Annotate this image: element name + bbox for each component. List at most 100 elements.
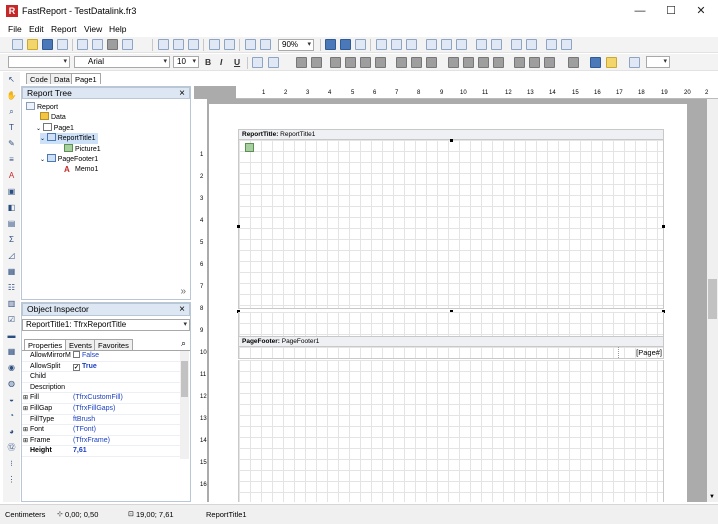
page-settings-icon[interactable] (122, 39, 133, 50)
frame-width-icon[interactable] (629, 57, 640, 68)
frame-bottom-icon[interactable] (463, 57, 474, 68)
tree-item-pagefooter1[interactable]: ⌄ PageFooter1 (40, 154, 98, 165)
menu-help[interactable]: Help (109, 24, 126, 34)
same-height-icon[interactable] (561, 39, 572, 50)
text-bottom-icon[interactable] (426, 57, 437, 68)
tree-item-memo1[interactable]: A Memo1 (64, 165, 98, 174)
style-select[interactable] (8, 56, 70, 68)
cut-icon[interactable] (158, 39, 169, 50)
frame-color-icon[interactable] (590, 57, 601, 68)
property-row[interactable]: AllowSplit ✓ True (22, 362, 180, 373)
selection-handle[interactable] (237, 225, 240, 228)
scroll-down-icon[interactable]: ▼ (709, 494, 715, 500)
format-painter-icon[interactable]: ✎ (6, 138, 17, 149)
selection-handle[interactable] (662, 225, 665, 228)
report-tree-close-icon[interactable]: × (179, 88, 185, 99)
selection-handle[interactable] (450, 139, 453, 142)
align-left-icon[interactable] (376, 39, 387, 50)
table-tool-icon[interactable]: ▦ (6, 346, 17, 357)
cross-tab-tool-icon[interactable]: ▦ (6, 266, 17, 277)
tree-item-data[interactable]: Data (40, 112, 66, 122)
property-row[interactable]: ⊞ Frame (TfrxFrame) (22, 436, 180, 447)
save-icon[interactable] (42, 39, 53, 50)
frame-width-select[interactable] (646, 56, 670, 68)
maximize-button[interactable]: ☐ (656, 3, 686, 19)
shape-tool-icon[interactable]: ▤ (6, 218, 17, 229)
chart-tool-icon[interactable]: ▥ (6, 298, 17, 309)
menu-edit[interactable]: Edit (29, 24, 44, 34)
text-align-right-icon[interactable] (360, 57, 371, 68)
band-tool-icon[interactable]: ≡ (6, 154, 17, 165)
object-select[interactable]: ReportTitle1: TfrxReportTitle (22, 319, 190, 331)
expand-plus-icon[interactable]: ⊞ (23, 436, 28, 446)
frame-right-icon[interactable] (493, 57, 504, 68)
text-top-icon[interactable] (396, 57, 407, 68)
expand-panel-icon[interactable]: » (180, 286, 186, 297)
zipcode-tool-icon[interactable]: ⁝ (6, 458, 17, 469)
bold-button[interactable]: B (205, 57, 211, 67)
new-dialog-icon[interactable] (92, 39, 103, 50)
rich-text-tool-icon[interactable]: ☷ (6, 282, 17, 293)
property-row[interactable]: ⊞ Fill (TfrxCustomFill) (22, 393, 180, 404)
align-middle-icon[interactable] (441, 39, 452, 50)
inspector-scrollbar[interactable] (180, 351, 189, 459)
undo-icon[interactable] (209, 39, 220, 50)
minimize-button[interactable]: — (625, 3, 655, 19)
italic-button[interactable]: I (220, 57, 222, 67)
ungroup-icon[interactable] (260, 39, 271, 50)
same-width-icon[interactable] (546, 39, 557, 50)
memo1-object[interactable]: [Page#] (618, 347, 662, 358)
zoom-tool-icon[interactable]: ⌕ (6, 106, 17, 117)
scrollbar-thumb[interactable] (181, 361, 188, 397)
menu-report[interactable]: Report (51, 24, 77, 34)
select-tool-icon[interactable]: ↖ (6, 74, 17, 85)
menu-file[interactable]: File (8, 24, 22, 34)
center-vertical-icon[interactable] (526, 39, 537, 50)
ole-tool-icon[interactable]: ◉ (6, 362, 17, 373)
checked-checkbox-icon[interactable]: ✓ (73, 363, 80, 371)
center-horizontal-icon[interactable] (511, 39, 522, 50)
property-row[interactable]: AllowMirrorM False (22, 351, 180, 362)
close-button[interactable]: ✕ (686, 3, 716, 19)
text-align-center-icon[interactable] (345, 57, 356, 68)
align-to-grid-icon[interactable] (340, 39, 351, 50)
frame-none-icon[interactable] (529, 57, 540, 68)
open-icon[interactable] (27, 39, 38, 50)
property-row[interactable]: Child (22, 372, 180, 383)
highlight-icon[interactable] (296, 57, 307, 68)
align-bottom-icon[interactable] (456, 39, 467, 50)
delete-page-icon[interactable] (107, 39, 118, 50)
barcode-tool-icon[interactable]: ▬ (6, 330, 17, 341)
preview-icon[interactable] (57, 39, 68, 50)
align-top-icon[interactable] (426, 39, 437, 50)
font-color-icon[interactable] (268, 57, 279, 68)
map-tool-icon[interactable]: ◍ (6, 378, 17, 389)
checkbox-tool-icon[interactable]: ☑ (6, 314, 17, 325)
tree-item-picture1[interactable]: Picture1 (64, 144, 101, 154)
subreport-tool-icon[interactable]: ◧ (6, 202, 17, 213)
text-middle-icon[interactable] (411, 57, 422, 68)
object-inspector-close-icon[interactable]: × (179, 304, 185, 315)
frame-all-icon[interactable] (514, 57, 525, 68)
fill-color-icon[interactable] (568, 57, 579, 68)
menu-view[interactable]: View (84, 24, 102, 34)
tab-events[interactable]: Events (65, 339, 96, 350)
page-footer-band-header[interactable]: PageFooter: PageFooter1 (238, 336, 664, 347)
redo-icon[interactable] (224, 39, 235, 50)
gauge-tool-icon[interactable]: ◔ (6, 410, 17, 421)
new-report-icon[interactable] (12, 39, 23, 50)
paste-icon[interactable] (188, 39, 199, 50)
text-justify-icon[interactable] (375, 57, 386, 68)
align-right-icon[interactable] (406, 39, 417, 50)
font-name-select[interactable]: Arial (74, 56, 170, 68)
expand-plus-icon[interactable]: ⊞ (23, 425, 28, 435)
system-text-tool-icon[interactable]: Σ (6, 234, 17, 245)
search-icon[interactable]: ⌕ (181, 338, 186, 349)
vertical-scrollbar[interactable]: ▼ (707, 99, 718, 502)
tree-item-reporttitle1[interactable]: ⌄ ReportTitle1 (40, 133, 98, 144)
align-center-icon[interactable] (391, 39, 402, 50)
frame-left-icon[interactable] (478, 57, 489, 68)
tab-page1[interactable]: Page1 (71, 73, 101, 84)
gradient-tool-icon[interactable]: ◒ (6, 394, 17, 405)
tree-item-report[interactable]: Report (26, 102, 58, 112)
